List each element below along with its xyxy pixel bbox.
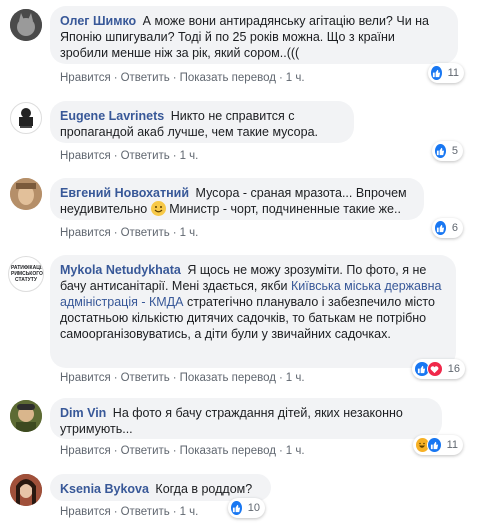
like-link[interactable]: Нравится [60, 445, 111, 457]
comment-author[interactable]: Dim Vin [60, 406, 106, 420]
timestamp[interactable]: 1 ч. [180, 150, 199, 162]
show-translation-link[interactable]: Показать перевод [180, 72, 276, 84]
comment-author[interactable]: Mykola Netudykhata [60, 263, 181, 277]
avatar[interactable] [10, 102, 42, 134]
comment-text-continued: Министр - чорт, подчиненные такие же.. [169, 202, 401, 216]
avatar-label: РАТИФІКАЦІЯ РИМСЬКОГО СТАТУТУ [11, 265, 44, 283]
like-link[interactable]: Нравится [60, 372, 111, 384]
show-translation-link[interactable]: Показать перевод [180, 445, 276, 457]
comment-author[interactable]: Олег Шимко [60, 14, 136, 28]
comment-bubble: Mykola Netudykhata Я щось не можу зрозум… [50, 255, 456, 368]
comment-actions: Нравится · Ответить · 1 ч. [60, 506, 198, 518]
separator: · [172, 72, 177, 84]
timestamp[interactable]: 1 ч. [286, 445, 305, 457]
separator: · [172, 372, 177, 384]
separator: · [113, 372, 118, 384]
like-reaction-icon [430, 65, 443, 81]
separator: · [278, 72, 283, 84]
comment-actions: Нравится · Ответить · Показать перевод · 1 ч. [60, 72, 305, 84]
comment-bubble: Евгений Новохатний Мусора - сраная мразо… [50, 178, 424, 220]
reaction-summary[interactable]: 16 [412, 359, 465, 379]
comment-author[interactable]: Eugene Lavrinets [60, 109, 164, 123]
separator: · [172, 445, 177, 457]
reply-link[interactable]: Ответить [121, 150, 170, 162]
comment-actions: Нравится · Ответить · 1 ч. [60, 150, 198, 162]
timestamp[interactable]: 1 ч. [286, 72, 305, 84]
comment-actions: Нравится · Ответить · Показать перевод · 1 ч. [60, 445, 305, 457]
love-reaction-icon [426, 361, 443, 377]
like-link[interactable]: Нравится [60, 506, 111, 518]
separator: · [113, 506, 118, 518]
separator: · [113, 227, 118, 239]
separator: · [172, 506, 177, 518]
reaction-summary[interactable]: 10 [228, 498, 265, 518]
comment-author[interactable]: Ksenia Bykova [60, 482, 149, 496]
reaction-summary[interactable]: 11 [413, 435, 463, 455]
reaction-count: 11 [446, 439, 458, 451]
separator: · [113, 72, 118, 84]
reply-link[interactable]: Ответить [121, 445, 170, 457]
avatar[interactable] [10, 400, 42, 432]
comment-text: На фото я бачу страждання дітей, яких не… [60, 406, 403, 436]
reply-link[interactable]: Ответить [121, 227, 170, 239]
comment-bubble: Dim Vin На фото я бачу страждання дітей,… [50, 398, 442, 439]
avatar[interactable] [10, 9, 42, 41]
like-reaction-icon [434, 143, 447, 159]
reaction-count: 11 [447, 67, 459, 79]
avatar[interactable] [10, 474, 42, 506]
like-link[interactable]: Нравится [60, 227, 111, 239]
reaction-count: 16 [447, 363, 460, 375]
reaction-count: 10 [247, 502, 260, 514]
comment-bubble: Олег Шимко А може вони антирадянську агі… [50, 6, 458, 64]
separator: · [278, 372, 283, 384]
avatar[interactable]: РАТИФІКАЦІЯ РИМСЬКОГО СТАТУТУ [8, 256, 44, 292]
comment-actions: Нравится · Ответить · Показать перевод · 1 ч. [60, 372, 305, 384]
smile-emoji-icon [150, 201, 166, 216]
reply-link[interactable]: Ответить [121, 372, 170, 384]
comment-bubble: Ksenia Bykova Когда в роддом? [50, 474, 271, 501]
separator: · [113, 150, 118, 162]
timestamp[interactable]: 1 ч. [180, 506, 199, 518]
like-link[interactable]: Нравится [60, 72, 111, 84]
like-reaction-icon [434, 220, 447, 236]
avatar[interactable] [10, 178, 42, 210]
comment-author[interactable]: Евгений Новохатний [60, 186, 189, 200]
like-reaction-icon [230, 500, 243, 516]
timestamp[interactable]: 1 ч. [286, 372, 305, 384]
separator: · [113, 445, 118, 457]
show-translation-link[interactable]: Показать перевод [180, 372, 276, 384]
reaction-summary[interactable]: 5 [432, 141, 463, 161]
reaction-count: 5 [451, 145, 458, 157]
reaction-summary[interactable]: 11 [428, 63, 464, 83]
comment-text: Когда в роддом? [155, 482, 253, 496]
separator: · [172, 227, 177, 239]
reply-link[interactable]: Ответить [121, 72, 170, 84]
reaction-count: 6 [451, 222, 458, 234]
like-reaction-icon [426, 437, 442, 453]
reaction-summary[interactable]: 6 [432, 218, 463, 238]
comment-actions: Нравится · Ответить · 1 ч. [60, 227, 198, 239]
timestamp[interactable]: 1 ч. [180, 227, 199, 239]
reply-link[interactable]: Ответить [121, 506, 170, 518]
comment-bubble: Eugene Lavrinets Никто не справится с пр… [50, 101, 354, 143]
like-link[interactable]: Нравится [60, 150, 111, 162]
separator: · [278, 445, 283, 457]
separator: · [172, 150, 177, 162]
